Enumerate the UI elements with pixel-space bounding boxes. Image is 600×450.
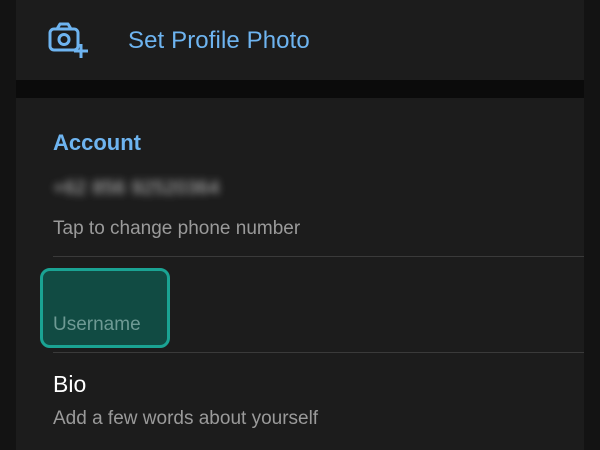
divider bbox=[53, 352, 584, 353]
left-edge bbox=[0, 0, 16, 450]
bio-label[interactable]: Bio bbox=[53, 371, 86, 398]
divider bbox=[53, 256, 584, 257]
account-section-title: Account bbox=[53, 130, 141, 155]
right-edge bbox=[584, 0, 600, 450]
bio-hint: Add a few words about yourself bbox=[53, 408, 319, 429]
section-gap bbox=[16, 80, 584, 98]
phone-number-value[interactable]: +62 856 92520364 bbox=[53, 178, 220, 200]
username-field[interactable] bbox=[40, 268, 170, 348]
username-placeholder: Username bbox=[53, 314, 141, 335]
set-profile-photo-button[interactable]: Set Profile Photo bbox=[128, 27, 310, 55]
phone-number-hint: Tap to change phone number bbox=[53, 218, 301, 239]
camera-add-icon[interactable] bbox=[46, 20, 90, 60]
